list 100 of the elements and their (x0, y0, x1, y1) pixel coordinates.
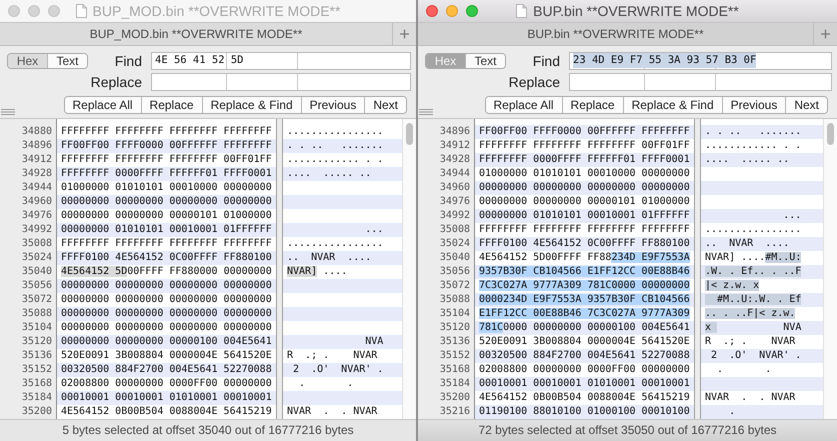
ascii-text: . . .. ....... (287, 140, 384, 152)
ascii-text: R .; . NVAR (705, 336, 796, 348)
ascii-text: NVAR . . NVAR (287, 406, 378, 418)
hex-bytes: FFFFFFFF FFFFFFFF FFFFFFFF FFFFFFFF (61, 238, 272, 250)
ascii-text: .W. . Ef.. . ..F (705, 266, 802, 278)
tab[interactable]: BUP_MOD.bin **OVERWRITE MODE** (0, 22, 392, 45)
tab[interactable]: BUP.bin **OVERWRITE MODE** (418, 22, 813, 45)
ascii-text: . . (716, 364, 772, 376)
hex-bytes: 520E0091 3B008804 0000004E 5641520E (61, 350, 272, 362)
ascii-text: x (705, 322, 718, 334)
window-title: BUP_MOD.bin **OVERWRITE MODE** (92, 2, 340, 19)
ascii-text: ... (782, 210, 802, 222)
ascii-text: #M..U:.W. . Ef (705, 294, 802, 306)
action-button[interactable]: Replace All (486, 96, 563, 113)
ascii-text: .... ..... .. (705, 154, 790, 166)
replace-field[interactable] (151, 72, 411, 91)
ascii-text: .. NVAR .... (287, 252, 372, 264)
window-control-icon[interactable] (446, 4, 458, 17)
hex-bytes: 02008800 00000000 0000FF00 00000000 (479, 364, 690, 376)
ascii-text: NVAR . . NVAR (705, 392, 796, 404)
window-control-icon[interactable] (48, 4, 60, 17)
hex-bytes: FF00FF00 FFFF0000 00FFFFFF FFFFFFFF (61, 140, 272, 152)
hex-bytes: 00000000 00000000 00000000 00000000 (61, 280, 272, 292)
status-text: 5 bytes selected at offset 35040 out of 16777216 bytes (0, 419, 416, 441)
document-icon (516, 4, 528, 18)
status-text: 72 bytes selected at offset 35050 out of 16777216 bytes (418, 419, 837, 441)
hex-bytes: FFFFFFFF FFFFFFFF FFFFFFFF FFFFFFFF (479, 224, 690, 236)
hex-bytes: 0000 00000000 00000100 004E5641 (503, 322, 690, 334)
ascii-text: . . (298, 378, 354, 390)
hex-bytes: 00010001 00010001 01010001 00010001 (61, 392, 272, 404)
hex-bytes: FFFFFFFF FFFFFFFF FFFFFFFF FFFFFFFF (61, 126, 272, 138)
hex-bytes: 00010001 00010001 01010001 00010001 (479, 378, 690, 390)
hex-bytes: 01000000 01010101 00010000 00000000 (61, 182, 272, 194)
hex-bytes: 01000000 01010101 00010000 00000000 (479, 168, 690, 180)
ascii-text: NVA (364, 336, 384, 348)
hex-bytes: 00000000 00000000 00000000 00000000 (61, 322, 272, 334)
find-value: 4E 56 41 52 5D (155, 53, 244, 68)
hex-bytes: 781C (479, 322, 504, 334)
ascii-text: .. NVAR .... (705, 238, 790, 250)
find-label: Find (532, 52, 560, 69)
hex-bytes: FFFFFFFF FFFFFFFF FFFFFFFF 00FF01FF (479, 140, 690, 152)
hex-bytes: 00000000 00000000 00000000 00000000 (61, 196, 272, 208)
hex-bytes: 7C3C027A 9777A309 781C0000 00000000 (479, 280, 690, 292)
hex-bytes: 4E564152 0B00B504 0088004E 56415219 (479, 392, 690, 404)
action-button[interactable]: Replace All (64, 96, 142, 113)
hex-bytes: 00000000 01010101 00010001 01FFFFFF (61, 224, 272, 236)
ascii-text: ................ (705, 224, 802, 236)
hex-bytes: 00000000 00000000 00000101 01000000 (479, 196, 690, 208)
hex-bytes: 01190100 88010100 01000100 00010100 (479, 406, 690, 418)
find-value: 23 4D E9 F7 55 3A 93 57 B3 0F (573, 53, 756, 68)
ascii-text: .... (322, 266, 348, 278)
menu-icon[interactable] (1, 108, 15, 115)
hex-bytes: 00000000 00000000 00000000 00000000 (61, 294, 272, 306)
replace-field[interactable] (569, 72, 832, 91)
ascii-text: ............ . . (287, 154, 384, 166)
hex-bytes: FFFF0100 4E564152 0C00FFFF FF880100 (479, 238, 690, 250)
ascii-text: #M..U: (765, 252, 802, 264)
ascii-text: ................ (287, 126, 384, 138)
hex-bytes: 234D E9F7553A (611, 252, 690, 264)
hex-bytes: 00000000 00000000 00000000 00000000 (61, 308, 272, 320)
hex-bytes: 02008800 00000000 0000FF00 00000000 (61, 378, 272, 390)
hex-bytes: 00000000 00000000 00000101 01000000 (61, 210, 272, 222)
ascii-text: ............ . . (705, 140, 802, 152)
ascii-text: ................ (287, 238, 384, 250)
hex-bytes: 00000000 00000000 00000100 004E5641 (61, 336, 272, 348)
ascii-text: . (728, 406, 736, 418)
hex-bytes: 9357B30F CB104566 E1FF12CC 00E88B46 (479, 266, 690, 278)
document-icon (76, 4, 87, 18)
find-field[interactable]: 4E 56 41 52 5D (151, 52, 411, 70)
hex-bytes: 520E0091 3B008804 0000004E 5641520E (479, 336, 690, 348)
hex-bytes: FFFFFFFF 0000FFFF FFFFFF01 FFFF0001 (479, 154, 690, 166)
hex-bytes: FFFFFFFF 0000FFFF FFFFFF01 FFFF0001 (61, 168, 272, 180)
window-control-icon[interactable] (466, 4, 478, 17)
mode-tab[interactable]: Text (466, 54, 505, 68)
find-field[interactable]: 23 4D E9 F7 55 3A 93 57 B3 0F (569, 52, 832, 70)
ascii-text: ... (364, 224, 384, 236)
window-control-icon[interactable] (28, 4, 40, 17)
hex-bytes: FFFF0100 4E564152 0C00FFFF FF880100 (61, 252, 272, 264)
ascii-text: 2 .O' NVAR' . (710, 350, 802, 362)
hex-bytes: 4E564152 5D (61, 266, 128, 278)
scrollbar-thumb[interactable] (406, 123, 413, 146)
window-title: BUP.bin **OVERWRITE MODE** (533, 2, 739, 19)
mode-tab[interactable]: Hex (8, 54, 48, 68)
menu-icon[interactable] (419, 108, 433, 115)
ascii-text: .... ..... .. (287, 168, 372, 180)
ascii-text: .. . ..F|< z.w. (705, 308, 796, 320)
ascii-text: NVAR] (287, 266, 318, 278)
mode-tab[interactable]: Text (48, 54, 87, 68)
replace-label: Replace (90, 74, 142, 90)
hex-bytes: 00320500 884F2700 004E5641 52270088 (479, 350, 690, 362)
ascii-text: R .; . NVAR (287, 350, 378, 362)
hex-bytes: 00320500 884F2700 004E5641 52270088 (61, 364, 272, 376)
scrollbar-thumb[interactable] (827, 123, 834, 146)
ascii-text: NVA (782, 322, 802, 334)
window-control-icon[interactable] (8, 4, 20, 17)
window-control-icon[interactable] (426, 4, 438, 17)
ascii-text: . . .. ....... (705, 126, 802, 138)
hex-bytes: FFFFFFFF FFFFFFFF FFFFFFFF 00FF01FF (61, 154, 272, 166)
ascii-text: |< z.w. x (705, 280, 760, 292)
hex-bytes: 00FFFF FF880000 00000000 (127, 266, 272, 278)
